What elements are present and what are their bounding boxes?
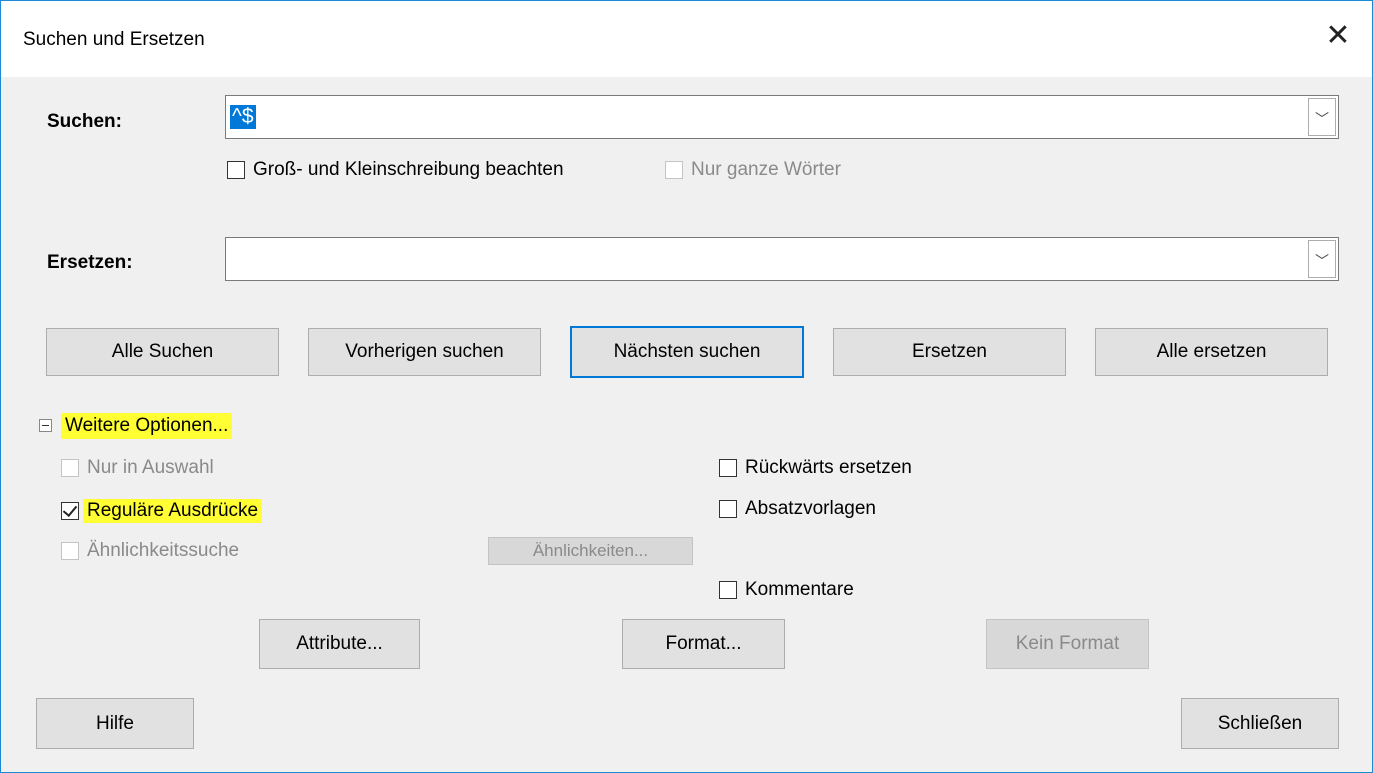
match-case-checkbox[interactable]: Groß- und Kleinschreibung beachten: [227, 159, 564, 181]
find-all-button[interactable]: Alle Suchen: [46, 328, 279, 376]
selection-only-box[interactable]: [61, 459, 79, 477]
backwards-label: Rückwärts ersetzen: [745, 457, 912, 478]
whole-words-checkbox[interactable]: Nur ganze Wörter: [665, 159, 841, 181]
similarities-button[interactable]: Ähnlichkeiten...: [488, 537, 693, 565]
paragraph-styles-checkbox[interactable]: Absatzvorlagen: [719, 498, 876, 520]
comments-label: Kommentare: [745, 579, 854, 600]
selection-only-label: Nur in Auswahl: [87, 457, 214, 478]
replace-button[interactable]: Ersetzen: [833, 328, 1066, 376]
comments-checkbox[interactable]: Kommentare: [719, 579, 854, 601]
close-button[interactable]: Schließen: [1181, 698, 1339, 749]
paragraph-styles-box[interactable]: [719, 500, 737, 518]
no-format-button[interactable]: Kein Format: [986, 619, 1149, 669]
whole-words-box[interactable]: [665, 161, 683, 179]
format-button[interactable]: Format...: [622, 619, 785, 669]
chevron-down-icon: ﹀: [1315, 253, 1329, 269]
regex-label: Reguläre Ausdrücke: [83, 499, 263, 523]
regex-checkbox[interactable]: Reguläre Ausdrücke: [61, 499, 263, 523]
find-next-button[interactable]: Nächsten suchen: [570, 326, 804, 378]
match-case-label: Groß- und Kleinschreibung beachten: [253, 159, 564, 180]
replace-all-button[interactable]: Alle ersetzen: [1095, 328, 1328, 376]
backwards-box[interactable]: [719, 459, 737, 477]
regex-box[interactable]: [61, 502, 79, 520]
attributes-button[interactable]: Attribute...: [259, 619, 420, 669]
match-case-box[interactable]: [227, 161, 245, 179]
search-value: ^$: [230, 105, 256, 129]
similarity-label: Ähnlichkeitssuche: [87, 540, 240, 561]
search-dropdown-button[interactable]: ﹀: [1308, 98, 1336, 136]
find-replace-dialog: Suchen und Ersetzen ✕ Suchen: ^$ ﹀ Groß-…: [0, 0, 1373, 773]
search-input[interactable]: ^$ ﹀: [225, 95, 1339, 139]
replace-input[interactable]: ﹀: [225, 237, 1339, 281]
find-previous-button[interactable]: Vorherigen suchen: [308, 328, 541, 376]
similarity-checkbox[interactable]: Ähnlichkeitssuche: [61, 540, 239, 562]
chevron-down-icon: ﹀: [1315, 111, 1329, 127]
backwards-checkbox[interactable]: Rückwärts ersetzen: [719, 457, 912, 479]
paragraph-styles-label: Absatzvorlagen: [745, 498, 876, 519]
help-button[interactable]: Hilfe: [36, 698, 194, 749]
whole-words-label: Nur ganze Wörter: [691, 159, 841, 180]
window-title: Suchen und Ersetzen: [23, 29, 205, 50]
selection-only-checkbox[interactable]: Nur in Auswahl: [61, 457, 214, 479]
replace-label: Ersetzen:: [47, 252, 133, 273]
comments-box[interactable]: [719, 581, 737, 599]
close-icon[interactable]: ✕: [1321, 19, 1355, 53]
title-bar: Suchen und Ersetzen ✕: [1, 1, 1372, 77]
more-options-toggle[interactable]: Weitere Optionen...: [61, 413, 233, 439]
similarity-box[interactable]: [61, 542, 79, 560]
collapse-icon[interactable]: [39, 419, 52, 432]
search-label: Suchen:: [47, 111, 122, 132]
replace-dropdown-button[interactable]: ﹀: [1308, 240, 1336, 278]
